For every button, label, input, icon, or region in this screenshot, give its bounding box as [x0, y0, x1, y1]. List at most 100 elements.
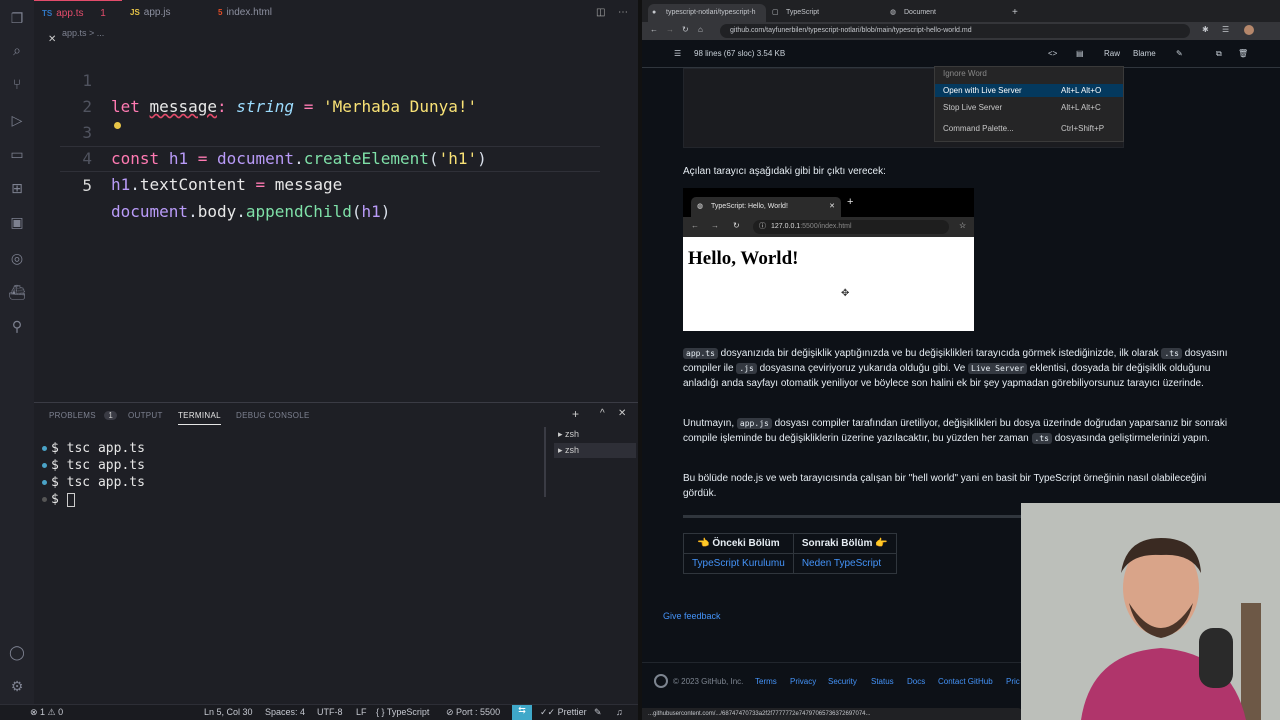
code-editor[interactable]: 1 let message: string = 'Merhaba Dunya!'…: [0, 40, 638, 221]
star-icon: ☆: [959, 221, 967, 230]
reload-icon[interactable]: ↻: [682, 25, 689, 34]
tab-terminal[interactable]: TERMINAL: [178, 411, 221, 425]
reload-icon: ↻: [733, 221, 740, 230]
tab-app-js[interactable]: JS app.js: [128, 0, 212, 26]
typescript-file-icon: TS: [42, 9, 53, 18]
home-icon[interactable]: ⌂: [698, 25, 703, 34]
code-text: h1.textContent = message: [111, 175, 343, 194]
account-icon[interactable]: ◯: [8, 644, 26, 662]
tab-index-html[interactable]: 5 index.html: [216, 0, 316, 26]
copy-icon[interactable]: ⧉: [1216, 49, 1222, 59]
address-bar[interactable]: github.com/tayfunerbilen/typescript-notl…: [720, 24, 1190, 38]
screenshot-addressbar: ← → ↻ ⓘ 127.0.0.1:5500/index.html ☆: [683, 217, 974, 237]
page-icon: ▢: [772, 9, 779, 16]
close-panel-icon[interactable]: ✕: [618, 408, 627, 419]
command-decoration: [42, 480, 47, 485]
tab-problems[interactable]: PROBLEMS 1: [49, 411, 118, 420]
prettier-status[interactable]: ✓✓ Prettier: [540, 707, 587, 718]
encoding[interactable]: UTF-8: [317, 707, 343, 717]
paragraph-1: app.ts dosyanızıda bir değişiklik yaptığ…: [683, 348, 1228, 389]
terminal-scrollbar[interactable]: [544, 427, 546, 497]
footer-link-status[interactable]: Status: [871, 677, 894, 686]
footer-link-docs[interactable]: Docs: [907, 677, 925, 686]
list-icon[interactable]: ☰: [674, 49, 681, 58]
back-icon: ←: [691, 221, 699, 230]
language-mode[interactable]: { } TypeScript: [376, 707, 429, 717]
info-icon: ⓘ: [759, 223, 766, 230]
browser-tab-github[interactable]: ● typescript-notlari/typescript-h: [648, 4, 766, 22]
tab-output[interactable]: OUTPUT: [128, 411, 163, 420]
link-status-bubble: ...githubusercontent.com/.../68747470733…: [642, 708, 1022, 720]
cursor-position[interactable]: Ln 5, Col 30: [204, 707, 253, 717]
raw-button[interactable]: Raw: [1104, 49, 1120, 58]
webcam-overlay: [1021, 503, 1280, 720]
live-share-icon[interactable]: ⇆: [512, 705, 532, 720]
forward-icon: →: [711, 221, 719, 230]
docker-icon[interactable]: ⛴: [8, 284, 26, 302]
tab-debug-console[interactable]: DEBUG CONSOLE: [236, 411, 310, 420]
browser-tab-typescript[interactable]: ▢ TypeScript: [768, 4, 878, 22]
file-info: 98 lines (67 sloc) 3.54 KB: [694, 49, 786, 58]
maximize-panel-icon[interactable]: ^: [600, 408, 605, 419]
close-icon: ✕: [829, 203, 835, 210]
github-logo-icon: [654, 674, 668, 688]
copyright: © 2023 GitHub, Inc.: [673, 677, 744, 686]
code-view-icon[interactable]: <>: [1048, 49, 1057, 58]
explorer-icon[interactable]: ❐: [8, 10, 26, 28]
back-icon[interactable]: ←: [650, 25, 658, 34]
tab-label: app.js: [143, 7, 171, 18]
terminal-prompt: $: [42, 492, 75, 507]
feedback-icon[interactable]: ✎: [594, 707, 602, 718]
give-feedback-link[interactable]: Give feedback: [663, 611, 721, 621]
hello-heading: Hello, World!: [688, 248, 799, 269]
menu-item: Open with Live Server Alt+L Alt+O: [943, 86, 1102, 95]
delete-icon[interactable]: 🗑: [1238, 49, 1248, 58]
footer-link-pricing[interactable]: Pric: [1006, 677, 1020, 686]
terminal-list-item[interactable]: ▸ zsh: [554, 443, 636, 458]
new-terminal-icon[interactable]: +: [572, 407, 579, 421]
notifications-icon[interactable]: ♫: [616, 707, 623, 717]
edit-icon[interactable]: ✎: [1176, 49, 1183, 58]
gitlens-icon[interactable]: ◎: [8, 250, 26, 268]
github-icon: ●: [652, 9, 657, 16]
reading-list-icon[interactable]: ☰: [1222, 25, 1229, 34]
paragraph-3: Bu bölüde node.js ve web tarayıcısında ç…: [683, 473, 1207, 499]
live-server-port[interactable]: ⊘ Port : 5500: [446, 707, 500, 718]
browser-tabs: ● typescript-notlari/typescript-h ▢ TypeSc…: [642, 0, 1280, 22]
footer-link-security[interactable]: Security: [828, 677, 857, 686]
command-decoration: [42, 463, 47, 468]
live-share-icon[interactable]: ⚲: [8, 318, 26, 336]
footer-link-terms[interactable]: Terms: [755, 677, 777, 686]
split-editor-icon[interactable]: ◫: [596, 0, 605, 26]
forward-icon[interactable]: →: [666, 25, 674, 34]
intro-text: Açılan tarayıcı aşağıdaki gibi bir çıktı…: [683, 166, 886, 177]
footer-link-privacy[interactable]: Privacy: [790, 677, 816, 686]
profile-avatar[interactable]: [1244, 25, 1254, 35]
cursor-icon: ✥: [841, 288, 850, 299]
chapter-nav-table: 👈 Önceki Bölüm Sonraki Bölüm 👉 TypeScrip…: [683, 533, 897, 574]
line-ending[interactable]: LF: [356, 707, 367, 717]
testing-icon[interactable]: ▣: [8, 214, 26, 232]
tab-app-ts[interactable]: TS app.ts 1 ✕: [34, 0, 122, 45]
indentation[interactable]: Spaces: 4: [265, 707, 305, 717]
next-chapter-link[interactable]: Neden TypeScript: [792, 553, 897, 574]
terminal-list-item[interactable]: ▸ zsh: [554, 427, 636, 442]
context-menu-image: Ignore Word Open with Live Server Alt+L A…: [934, 66, 1124, 142]
tab-label: app.ts: [56, 8, 84, 19]
preview-icon[interactable]: ▤: [1076, 49, 1084, 58]
browser-tab-document[interactable]: ◍ Document: [886, 4, 1006, 22]
prev-chapter-link[interactable]: TypeScript Kurulumu: [683, 553, 794, 574]
breadcrumb[interactable]: app.ts > ...: [62, 28, 104, 38]
code-line-current: 5 document.body.appendChild(h1): [60, 146, 600, 221]
lightbulb-icon[interactable]: [114, 122, 121, 129]
new-tab-icon[interactable]: +: [1012, 4, 1018, 22]
footer-link-contact[interactable]: Contact GitHub: [938, 677, 993, 686]
javascript-file-icon: JS: [130, 8, 140, 17]
more-actions-icon[interactable]: ⋯: [618, 0, 628, 26]
problems-status[interactable]: ⊗ 1 ⚠ 0: [30, 707, 63, 718]
extensions-icon[interactable]: ✱: [1202, 25, 1209, 34]
settings-gear-icon[interactable]: ⚙: [8, 678, 26, 696]
command-decoration: [42, 497, 47, 502]
new-tab-icon: +: [847, 196, 854, 208]
blame-button[interactable]: Blame: [1133, 49, 1156, 58]
